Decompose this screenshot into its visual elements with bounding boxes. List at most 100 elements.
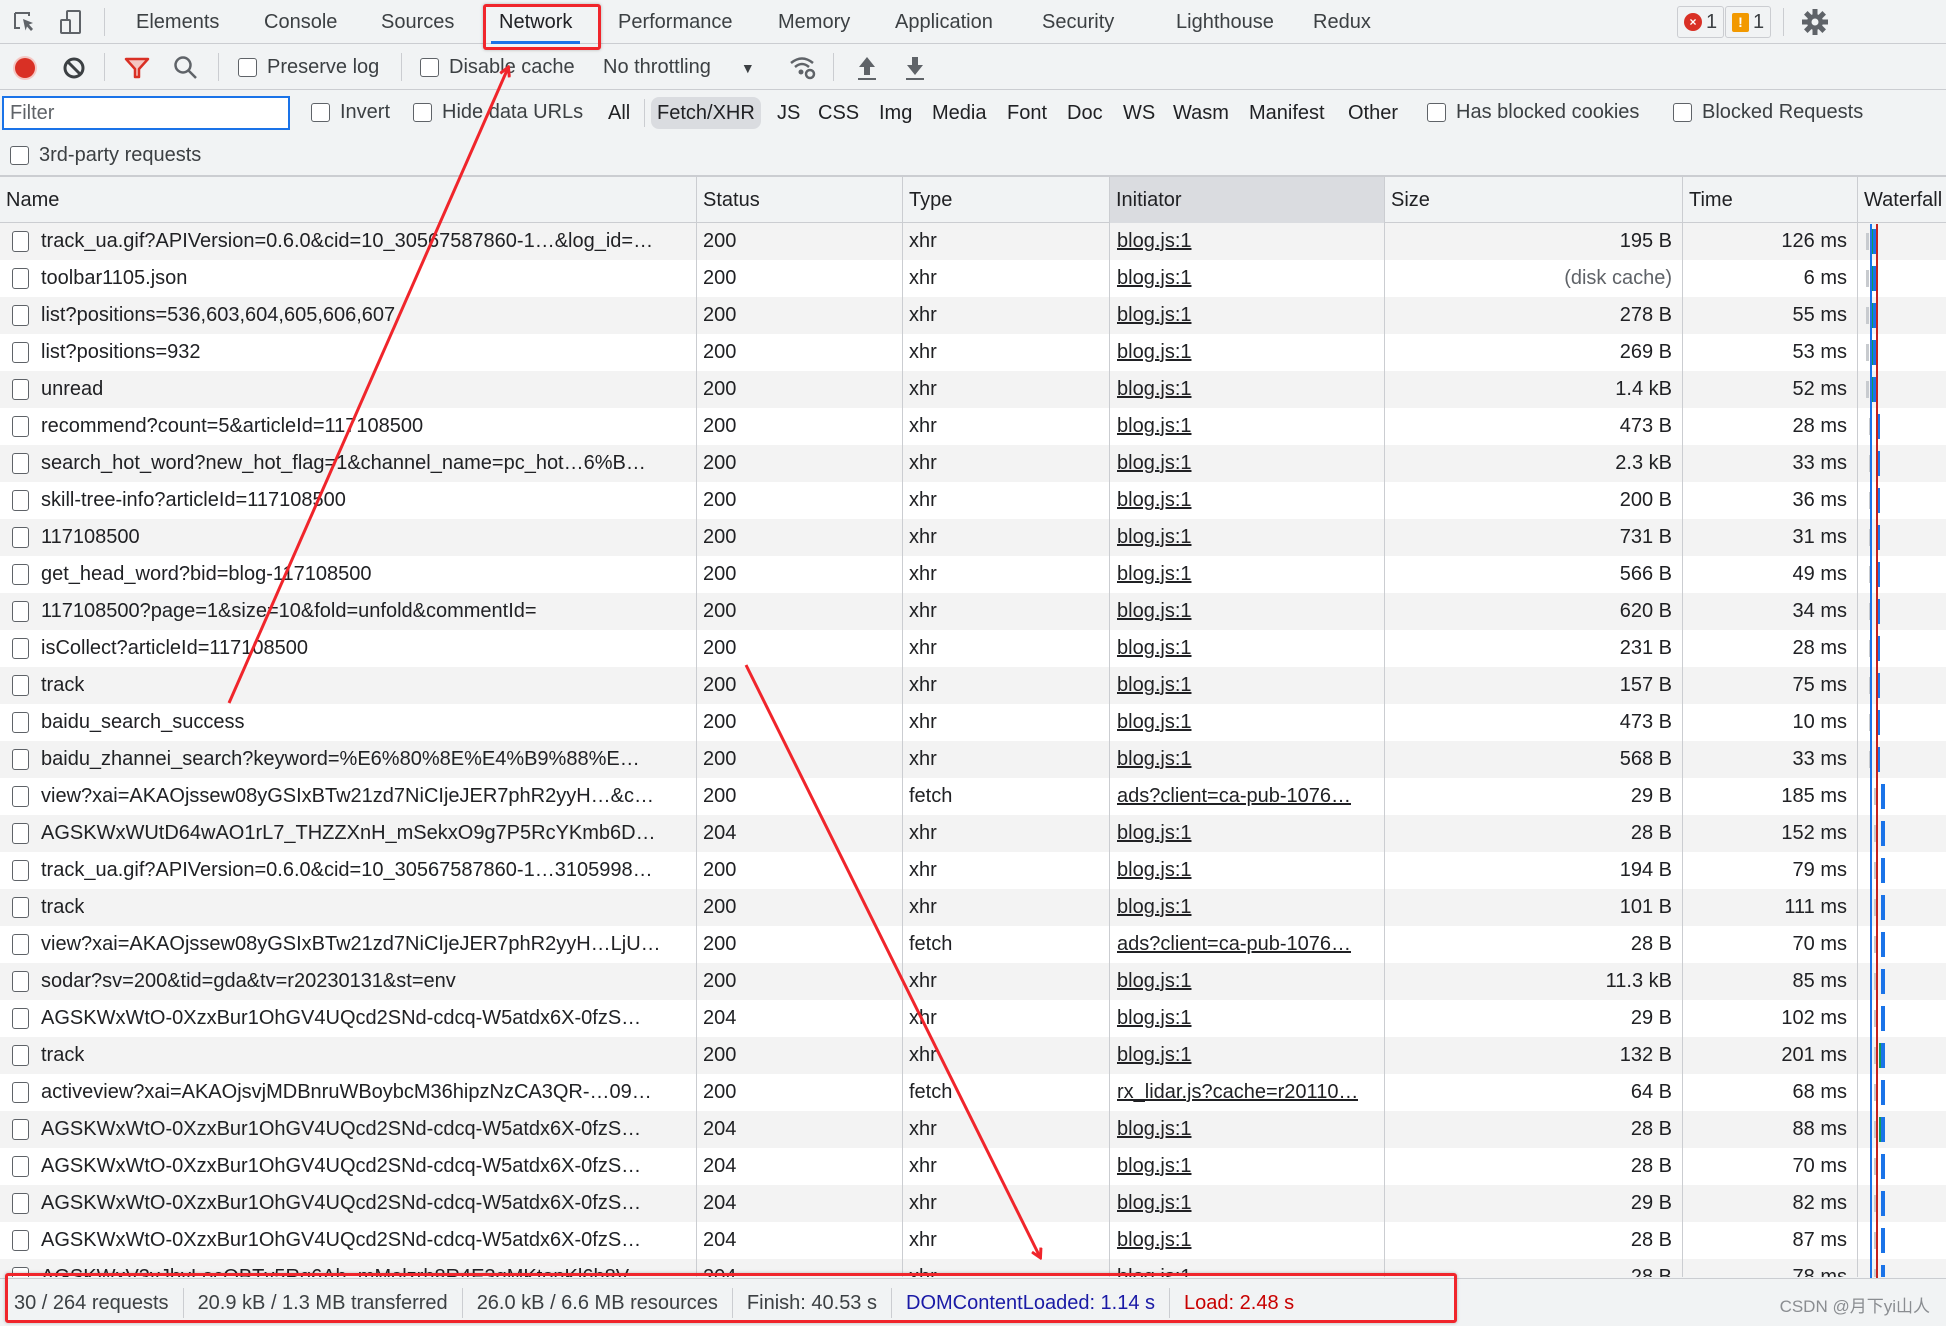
record-button[interactable] [12,55,38,87]
error-count-badge[interactable]: × 1 [1677,6,1725,38]
initiator-link[interactable]: ads?client=ca-pub-1076… [1117,778,1351,815]
cell-name[interactable]: list?positions=932 [0,334,697,371]
throttling-select[interactable]: No throttling ▼ [603,56,755,79]
cell-name[interactable]: 117108500?page=1&size=10&fold=unfold&com… [0,593,697,630]
cell-name[interactable]: 117108500 [0,519,697,556]
cell-name[interactable]: unread [0,371,697,408]
table-row[interactable]: list?positions=932 200 xhr blog.js:1 269 B 53… [0,334,1946,371]
tab-elements[interactable]: Elements [128,0,227,44]
initiator-link[interactable]: blog.js:1 [1117,741,1192,778]
network-conditions-icon[interactable] [788,54,818,88]
cell-name[interactable]: sodar?sv=200&tid=gda&tv=r20230131&st=env [0,963,697,1000]
type-filter-fetch-xhr[interactable]: Fetch/XHR [651,97,761,129]
table-row[interactable]: isCollect?articleId=117108500 200 xhr blog.… [0,630,1946,667]
initiator-link[interactable]: blog.js:1 [1117,1148,1192,1185]
column-header-name[interactable]: Name [0,177,697,223]
tab-network[interactable]: Network [491,0,581,44]
type-filter-all[interactable]: All [604,97,634,129]
type-filter-other[interactable]: Other [1344,97,1402,129]
checkbox[interactable] [238,58,257,77]
table-row[interactable]: unread 200 xhr blog.js:1 1.4 kB 52 ms [0,371,1946,408]
type-filter-wasm[interactable]: Wasm [1169,97,1233,129]
table-row[interactable]: skill-tree-info?articleId=117108500 200 xh… [0,482,1946,519]
initiator-link[interactable]: blog.js:1 [1117,445,1192,482]
table-row[interactable]: AGSKWxWtO-0XzxBur1OhGV4UQcd2SNd-cdcq-W5a… [0,1222,1946,1259]
invert-checkbox[interactable]: Invert [311,101,390,124]
checkbox[interactable] [413,103,432,122]
initiator-link[interactable]: blog.js:1 [1117,1185,1192,1222]
clear-icon[interactable] [62,56,86,86]
initiator-link[interactable]: blog.js:1 [1117,556,1192,593]
cell-name[interactable]: track_ua.gif?APIVersion=0.6.0&cid=10_305… [0,223,697,260]
cell-name[interactable]: recommend?count=5&articleId=117108500 [0,408,697,445]
checkbox[interactable] [10,146,29,165]
cell-name[interactable]: AGSKWxWUtD64wAO1rL7_THZZXnH_mSekxO9g7P5R… [0,815,697,852]
cell-name[interactable]: track [0,667,697,704]
initiator-link[interactable]: blog.js:1 [1117,593,1192,630]
column-header-size[interactable]: Size [1385,177,1683,223]
column-header-time[interactable]: Time [1683,177,1858,223]
filter-funnel-icon[interactable] [124,56,150,86]
type-filter-js[interactable]: JS [773,97,804,129]
table-row[interactable]: 117108500?page=1&size=10&fold=unfold&com… [0,593,1946,630]
initiator-link[interactable]: blog.js:1 [1117,297,1192,334]
tab-console[interactable]: Console [256,0,345,44]
initiator-link[interactable]: blog.js:1 [1117,223,1192,260]
initiator-link[interactable]: rx_lidar.js?cache=r20110… [1117,1074,1358,1111]
cell-name[interactable]: search_hot_word?new_hot_flag=1&channel_n… [0,445,697,482]
type-filter-ws[interactable]: WS [1119,97,1159,129]
cell-name[interactable]: toolbar1105.json [0,260,697,297]
cell-name[interactable]: AGSKWxWtO-0XzxBur1OhGV4UQcd2SNd-cdcq-W5a… [0,1111,697,1148]
cell-name[interactable]: activeview?xai=AKAOjsvjMDBnruWBoybcM36hi… [0,1074,697,1111]
initiator-link[interactable]: blog.js:1 [1117,482,1192,519]
column-header-type[interactable]: Type [903,177,1110,223]
initiator-link[interactable]: blog.js:1 [1117,408,1192,445]
initiator-link[interactable]: blog.js:1 [1117,963,1192,1000]
type-filter-css[interactable]: CSS [814,97,863,129]
blocked-requests-checkbox[interactable]: Blocked Requests [1673,101,1863,124]
type-filter-doc[interactable]: Doc [1063,97,1107,129]
table-row[interactable]: track_ua.gif?APIVersion=0.6.0&cid=10_305… [0,852,1946,889]
table-row[interactable]: track 200 xhr blog.js:1 101 B 111 ms [0,889,1946,926]
table-row[interactable]: AGSKWxWtO-0XzxBur1OhGV4UQcd2SNd-cdcq-W5a… [0,1111,1946,1148]
cell-name[interactable]: baidu_zhannei_search?keyword=%E6%80%8E%E… [0,741,697,778]
cell-name[interactable]: get_head_word?bid=blog-117108500 [0,556,697,593]
checkbox[interactable] [311,103,330,122]
table-row[interactable]: toolbar1105.json 200 xhr blog.js:1 (disk cac… [0,260,1946,297]
table-row[interactable]: search_hot_word?new_hot_flag=1&channel_n… [0,445,1946,482]
warning-count-badge[interactable]: ! 1 [1725,6,1772,38]
initiator-link[interactable]: blog.js:1 [1117,260,1192,297]
cell-name[interactable]: view?xai=AKAOjssew08yGSIxBTw21zd7NiCIjeJ… [0,778,697,815]
table-row[interactable]: AGSKWxV3vJbvLocOBTv5Rg6Ah_mMolzrh8R4E3gM… [0,1259,1946,1277]
tab-redux[interactable]: Redux [1305,0,1379,44]
table-row[interactable]: AGSKWxWtO-0XzxBur1OhGV4UQcd2SNd-cdcq-W5a… [0,1148,1946,1185]
initiator-link[interactable]: blog.js:1 [1117,667,1192,704]
table-row[interactable]: list?positions=536,603,604,605,606,607 20… [0,297,1946,334]
tab-memory[interactable]: Memory [770,0,858,44]
tab-performance[interactable]: Performance [610,0,741,44]
preserve-log-checkbox[interactable]: Preserve log [238,56,379,79]
table-row[interactable]: AGSKWxWtO-0XzxBur1OhGV4UQcd2SNd-cdcq-W5a… [0,1185,1946,1222]
cell-name[interactable]: isCollect?articleId=117108500 [0,630,697,667]
tab-sources[interactable]: Sources [373,0,462,44]
cell-name[interactable]: AGSKWxWtO-0XzxBur1OhGV4UQcd2SNd-cdcq-W5a… [0,1185,697,1222]
device-toolbar-icon[interactable] [56,7,86,37]
type-filter-manifest[interactable]: Manifest [1245,97,1329,129]
filter-input[interactable] [2,96,290,130]
table-row[interactable]: baidu_zhannei_search?keyword=%E6%80%8E%E… [0,741,1946,778]
table-row[interactable]: sodar?sv=200&tid=gda&tv=r20230131&st=env… [0,963,1946,1000]
table-row[interactable]: AGSKWxWtO-0XzxBur1OhGV4UQcd2SNd-cdcq-W5a… [0,1000,1946,1037]
table-row[interactable]: baidu_search_success 200 xhr blog.js:1 473 B… [0,704,1946,741]
cell-name[interactable]: baidu_search_success [0,704,697,741]
initiator-link[interactable]: blog.js:1 [1117,1000,1192,1037]
initiator-link[interactable]: blog.js:1 [1117,1037,1192,1074]
tab-application[interactable]: Application [887,0,1001,44]
cell-name[interactable]: AGSKWxV3vJbvLocOBTv5Rg6Ah_mMolzrh8R4E3gM… [0,1259,697,1277]
initiator-link[interactable]: blog.js:1 [1117,519,1192,556]
initiator-link[interactable]: blog.js:1 [1117,815,1192,852]
cell-name[interactable]: track_ua.gif?APIVersion=0.6.0&cid=10_305… [0,852,697,889]
initiator-link[interactable]: blog.js:1 [1117,852,1192,889]
tab-security[interactable]: Security [1034,0,1122,44]
table-row[interactable]: activeview?xai=AKAOjsvjMDBnruWBoybcM36hi… [0,1074,1946,1111]
table-row[interactable]: track 200 xhr blog.js:1 132 B 201 ms [0,1037,1946,1074]
